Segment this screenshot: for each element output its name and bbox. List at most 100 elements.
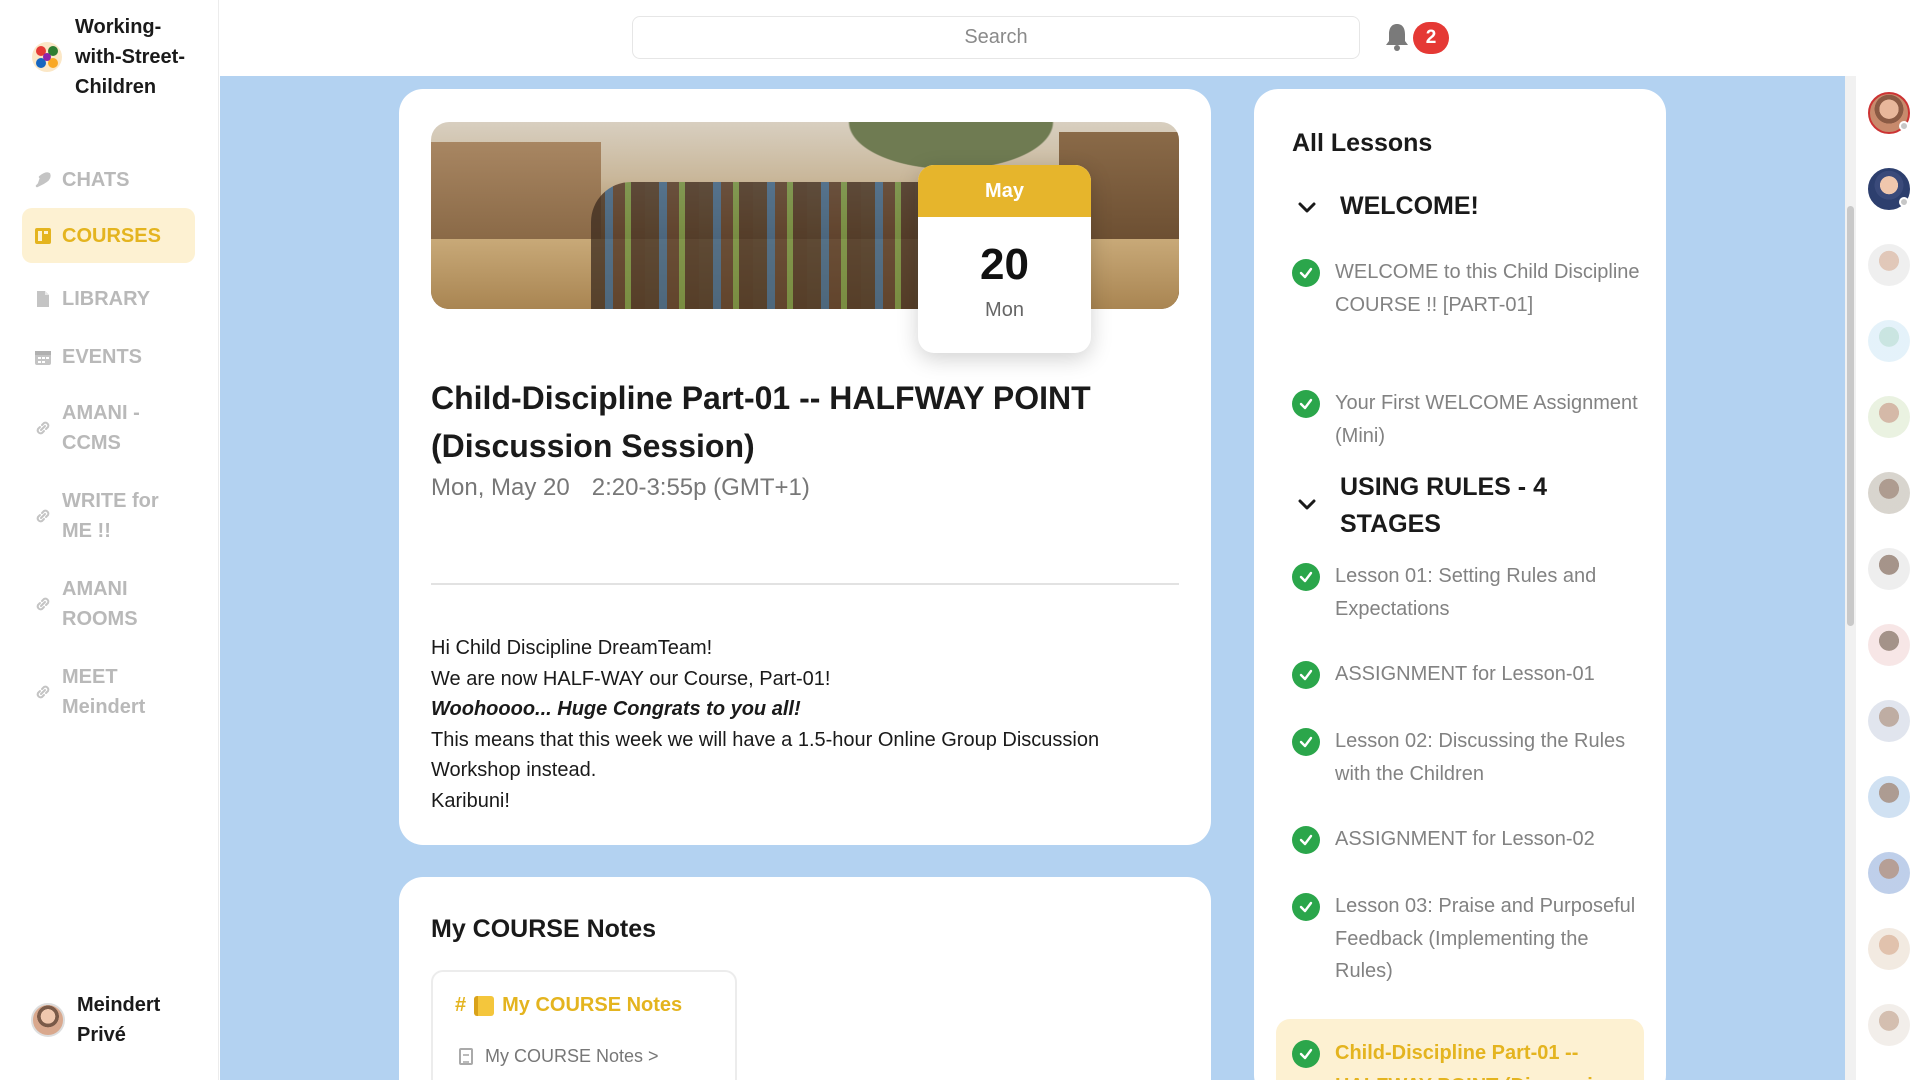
link-icon <box>34 419 52 437</box>
community-name: Working-with-Street-Children <box>75 16 185 98</box>
sidebar-item-courses[interactable]: COURSES <box>22 208 195 263</box>
lesson-item[interactable]: Your First WELCOME Assignment (Mini) <box>1292 387 1644 452</box>
lesson-item[interactable]: Lesson 03: Praise and Purposeful Feedbac… <box>1292 890 1644 988</box>
event-when: Mon, May 20 2:20-3:55p (GMT+1) <box>431 474 810 502</box>
notes-tile-title: My COURSE Notes <box>502 994 683 1016</box>
section-welcome[interactable]: WELCOME! <box>1292 188 1652 225</box>
lessons-heading: All Lessons <box>1292 129 1433 157</box>
sidebar-item-amani-rooms[interactable]: AMANI ROOMS <box>22 572 195 636</box>
community-brand[interactable]: Working-with-Street-Children <box>31 12 211 102</box>
check-circle-icon <box>1292 390 1320 418</box>
notes-page-link[interactable]: My COURSE Notes > <box>459 1046 659 1067</box>
event-body-line: We are now HALF-WAY our Course, Part-01! <box>431 667 831 690</box>
section-label: WELCOME! <box>1340 192 1479 220</box>
lesson-item[interactable]: Lesson 02: Discussing the Rules with the… <box>1292 725 1644 790</box>
avatar[interactable] <box>1868 396 1910 438</box>
avatar[interactable] <box>1868 928 1910 970</box>
presence-dot <box>1899 121 1909 131</box>
topbar: 2 <box>220 0 1856 76</box>
avatar[interactable] <box>1868 700 1910 742</box>
course-book-icon <box>34 227 52 245</box>
check-circle-icon <box>1292 563 1320 591</box>
avatar[interactable] <box>1868 472 1910 514</box>
sidebar-item-events[interactable]: EVENTS <box>22 338 195 376</box>
event-description: Hi Child Discipline DreamTeam! We are no… <box>431 633 1179 816</box>
lesson-item[interactable]: ASSIGNMENT for Lesson-01 <box>1292 658 1644 691</box>
date-weekday: Mon <box>985 299 1024 321</box>
page-icon <box>459 1048 473 1065</box>
avatar[interactable] <box>1868 168 1910 210</box>
divider <box>431 583 1179 585</box>
avatar[interactable] <box>1868 852 1910 894</box>
avatar[interactable] <box>1868 244 1910 286</box>
avatar[interactable] <box>1868 1004 1910 1046</box>
check-circle-icon <box>1292 259 1320 287</box>
sidebar-item-label: AMANI ROOMS <box>62 578 138 630</box>
notebook-icon <box>474 995 495 1016</box>
lesson-label: Lesson 03: Praise and Purposeful Feedbac… <box>1335 895 1636 982</box>
sidebar-item-meet-meindert[interactable]: MEET Meindert <box>22 660 195 724</box>
check-circle-icon <box>1292 728 1320 756</box>
chevron-down-icon <box>1292 489 1322 519</box>
calendar-icon <box>34 348 52 366</box>
lesson-label: Lesson 01: Setting Rules and Expectation… <box>1335 565 1597 620</box>
scrollbar[interactable] <box>1845 76 1856 1080</box>
lesson-label: ASSIGNMENT for Lesson-02 <box>1335 828 1595 850</box>
check-circle-icon <box>1292 661 1320 689</box>
lesson-item[interactable]: Child-Discipline Part-01 -- HALFWAY POIN… <box>1292 1037 1632 1080</box>
avatar[interactable] <box>1868 624 1910 666</box>
lesson-item[interactable]: Lesson 01: Setting Rules and Expectation… <box>1292 560 1644 625</box>
avatar[interactable] <box>1868 92 1910 134</box>
presence-dot <box>1899 197 1909 207</box>
avatar[interactable] <box>1868 320 1910 362</box>
link-icon <box>34 507 52 525</box>
section-using-rules[interactable]: USING RULES - 4 STAGES <box>1292 469 1652 543</box>
avatar[interactable] <box>1868 776 1910 818</box>
sidebar-item-label: CHATS <box>62 169 130 191</box>
notes-tile[interactable]: # My COURSE Notes My COURSE Notes > <box>431 970 737 1080</box>
sidebar-item-chats[interactable]: CHATS <box>22 161 195 199</box>
sidebar-item-library[interactable]: LIBRARY <box>22 280 195 318</box>
event-body-line: Karibuni! <box>431 789 510 812</box>
event-body-line: Hi Child Discipline DreamTeam! <box>431 637 713 659</box>
sidebar-item-label: LIBRARY <box>62 288 151 310</box>
lessons-panel: All Lessons WELCOME! WELCOME to this Chi… <box>1254 89 1666 1080</box>
sidebar-item-label: AMANI - CCMS <box>62 402 140 454</box>
course-notes-card: My COURSE Notes # My COURSE Notes My COU… <box>399 877 1211 1080</box>
current-user[interactable]: Meindert Privé <box>31 990 187 1050</box>
sidebar-item-label: COURSES <box>62 224 161 247</box>
date-day: 20 <box>980 240 1029 289</box>
lesson-item[interactable]: WELCOME to this Child Discipline COURSE … <box>1292 256 1644 321</box>
sidebar-item-write-for-me[interactable]: WRITE for ME !! <box>22 484 195 548</box>
event-date-badge: May 20 Mon <box>918 165 1091 353</box>
lesson-label: WELCOME to this Child Discipline COURSE … <box>1335 261 1640 316</box>
lesson-label: Lesson 02: Discussing the Rules with the… <box>1335 730 1626 785</box>
section-label: USING RULES - 4 STAGES <box>1340 473 1547 538</box>
notification-badge: 2 <box>1413 22 1449 54</box>
check-circle-icon <box>1292 826 1320 854</box>
sidebar-item-label: WRITE for ME !! <box>62 490 159 542</box>
date-month: May <box>918 165 1091 217</box>
lesson-label: Your First WELCOME Assignment (Mini) <box>1335 392 1638 447</box>
sidebar-item-label: EVENTS <box>62 346 143 368</box>
lesson-label: Child-Discipline Part-01 -- HALFWAY POIN… <box>1335 1042 1617 1080</box>
notes-heading: My COURSE Notes <box>431 915 657 943</box>
event-date: Mon, May 20 <box>431 474 570 501</box>
event-body-line: This means that this week we will have a… <box>431 728 1100 782</box>
lesson-item[interactable]: ASSIGNMENT for Lesson-02 <box>1292 823 1644 856</box>
lesson-label: ASSIGNMENT for Lesson-01 <box>1335 663 1595 685</box>
members-rail <box>1856 0 1920 1080</box>
lesson-item-current[interactable]: Child-Discipline Part-01 -- HALFWAY POIN… <box>1276 1019 1644 1080</box>
check-circle-icon <box>1292 1040 1320 1068</box>
chevron-down-icon <box>1292 192 1322 222</box>
feather-icon <box>34 171 52 189</box>
search-input[interactable] <box>632 16 1360 59</box>
avatar <box>31 1003 65 1037</box>
sidebar-item-amani-ccms[interactable]: AMANI - CCMS <box>22 396 195 460</box>
bell-icon[interactable] <box>1383 22 1411 52</box>
scrollbar-thumb[interactable] <box>1847 206 1854 626</box>
link-icon <box>34 595 52 613</box>
avatar[interactable] <box>1868 548 1910 590</box>
user-name: Meindert Privé <box>77 994 161 1046</box>
event-time: 2:20-3:55p (GMT+1) <box>591 474 810 501</box>
